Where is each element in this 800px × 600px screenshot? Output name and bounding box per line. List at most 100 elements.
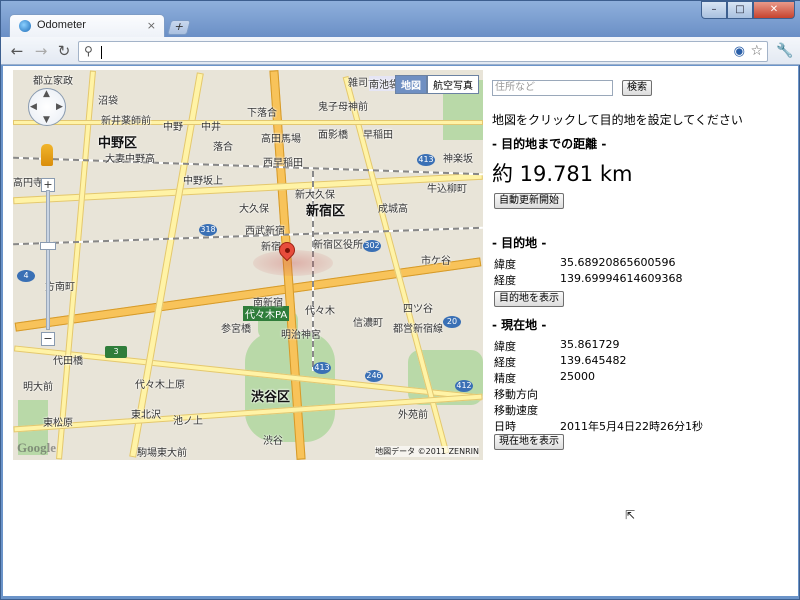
route-shield: 318 <box>199 224 217 236</box>
wrench-icon[interactable]: 🔧 <box>776 43 793 59</box>
new-tab-button[interactable]: + <box>166 20 192 35</box>
map-label: 明大前 <box>23 382 53 393</box>
show-destination-button[interactable]: 目的地を表示 <box>494 291 564 307</box>
map-road <box>56 70 96 460</box>
map-label: 西早稲田 <box>263 158 303 169</box>
map-label: 成城高 <box>378 204 408 215</box>
current-accuracy-label: 精度 <box>494 372 516 385</box>
close-button[interactable]: ✕ <box>753 1 795 19</box>
google-map[interactable]: 中野区 新宿区 渋谷区 都立家政 沼袋 中野 中井 下落合 鬼子母神前 雑司が谷… <box>13 70 483 460</box>
route-shield: 4 <box>17 270 35 282</box>
map-type-control: 地図 航空写真 <box>395 75 479 94</box>
route-shield: 413 <box>417 154 435 166</box>
forward-icon[interactable]: → <box>31 41 51 61</box>
map-label: 新井薬師前 <box>101 116 151 127</box>
title-bar: Odometer × + – □ ✕ <box>1 1 800 37</box>
map-label: 池ノ上 <box>173 416 203 427</box>
map-label: 面影橋 <box>318 130 348 141</box>
marker-dot <box>285 248 290 253</box>
map-label: 沼袋 <box>98 96 118 107</box>
map-type-map-button[interactable]: 地図 <box>395 75 427 94</box>
tab-odometer[interactable]: Odometer × <box>9 14 165 37</box>
map-label-shibuya: 渋谷区 <box>251 390 291 405</box>
route-shield: 413 <box>313 362 331 374</box>
page-content: 中野区 新宿区 渋谷区 都立家政 沼袋 中野 中井 下落合 鬼子母神前 雑司が谷… <box>3 66 798 596</box>
current-accuracy-value: 25000 <box>560 370 595 383</box>
reload-icon[interactable]: ↻ <box>54 41 74 61</box>
mouse-cursor-icon: ⇱ <box>625 508 636 522</box>
map-label: 落合 <box>213 142 233 153</box>
pan-control[interactable]: ▲ ▼ ◀ ▶ <box>28 88 66 126</box>
destination-heading: - 目的地 - <box>492 236 547 250</box>
current-datetime-value: 2011年5月4日22時26分1秒 <box>560 420 703 433</box>
distance-value: 約 19.781 km <box>492 162 633 186</box>
zoom-out-button[interactable]: − <box>41 332 55 346</box>
map-label: 南新宿 <box>253 298 283 309</box>
destination-lng-value: 139.69994614609368 <box>560 272 683 285</box>
map-label: 大久保 <box>239 204 269 215</box>
current-lat-value: 35.861729 <box>560 338 620 351</box>
map-road <box>13 120 483 125</box>
search-button[interactable]: 検索 <box>622 80 652 96</box>
google-logo: Google <box>17 440 56 455</box>
map-label: 牛込柳町 <box>427 184 467 195</box>
map-label: 代田橋 <box>53 356 83 367</box>
map-type-satellite-button[interactable]: 航空写真 <box>427 75 479 94</box>
destination-lng-label: 経度 <box>494 274 516 287</box>
browser-toolbar: ← → ↻ ⚲ ◉ ☆ 🔧 <box>1 37 800 65</box>
map-label: 中野 <box>163 122 183 133</box>
map-label: 高田馬場 <box>261 134 301 145</box>
map-label: 渋谷 <box>263 436 283 447</box>
star-icon[interactable]: ☆ <box>750 43 763 59</box>
page-action-icon[interactable]: ◉ <box>734 44 745 59</box>
route-shield: 246 <box>365 370 383 382</box>
current-datetime-label: 日時 <box>494 420 516 433</box>
map-label: 参宮橋 <box>221 324 251 335</box>
map-label: 鬼子母神前 <box>318 102 368 113</box>
map-label: 新大久保 <box>295 190 335 201</box>
tab-close-icon[interactable]: × <box>147 19 156 32</box>
map-label: 市ケ谷 <box>421 256 451 267</box>
auto-update-button[interactable]: 自動更新開始 <box>494 193 564 209</box>
back-icon[interactable]: ← <box>7 41 27 61</box>
pan-left-icon[interactable]: ◀ <box>30 102 37 112</box>
map-label: 西武新宿 <box>245 226 285 237</box>
minimize-button[interactable]: – <box>701 1 727 19</box>
route-shield: 20 <box>443 316 461 328</box>
zoom-slider-thumb[interactable] <box>40 242 56 250</box>
zoom-slider[interactable] <box>46 190 50 330</box>
map-label: 四ツ谷 <box>403 304 433 315</box>
instruction-text: 地図をクリックして目的地を設定してください <box>492 113 743 127</box>
current-heading: - 現在地 - <box>492 318 547 332</box>
map-label: 都営新宿線 <box>393 324 443 335</box>
map-label: 早稲田 <box>363 130 393 141</box>
map-label-shinjuku: 新宿区 <box>306 204 346 219</box>
map-label: 中井 <box>201 122 221 133</box>
window-controls: – □ ✕ <box>701 1 795 21</box>
map-label: 明治神宮 <box>281 330 321 341</box>
pan-right-icon[interactable]: ▶ <box>56 102 63 112</box>
map-copyright: 地図データ ©2011 ZENRIN <box>375 446 479 457</box>
map-label: 代々木 <box>305 306 335 317</box>
current-lng-value: 139.645482 <box>560 354 627 367</box>
current-heading-label: 移動方向 <box>494 388 538 401</box>
current-lng-label: 経度 <box>494 356 516 369</box>
current-lat-label: 緯度 <box>494 340 516 353</box>
map-label: 高円寺 <box>13 178 43 189</box>
map-label: 信濃町 <box>353 318 383 329</box>
map-label: 下落合 <box>247 108 277 119</box>
map-label: 都立家政 <box>33 76 73 87</box>
search-icon: ⚲ <box>84 44 93 58</box>
favicon-icon <box>19 20 31 32</box>
maximize-button[interactable]: □ <box>727 1 753 19</box>
address-input[interactable]: 住所など <box>492 80 613 96</box>
text-caret <box>101 46 102 59</box>
pan-down-icon[interactable]: ▼ <box>43 115 50 125</box>
destination-lat-value: 35.68920865600596 <box>560 256 676 269</box>
show-current-button[interactable]: 現在地を表示 <box>494 434 564 450</box>
street-view-pegman-icon[interactable] <box>41 144 53 166</box>
address-bar[interactable]: ⚲ ◉ ☆ <box>78 41 768 62</box>
pan-up-icon[interactable]: ▲ <box>43 89 50 99</box>
map-label: 駒場東大前 <box>137 448 187 459</box>
map-label: 代々木上原 <box>135 380 185 391</box>
